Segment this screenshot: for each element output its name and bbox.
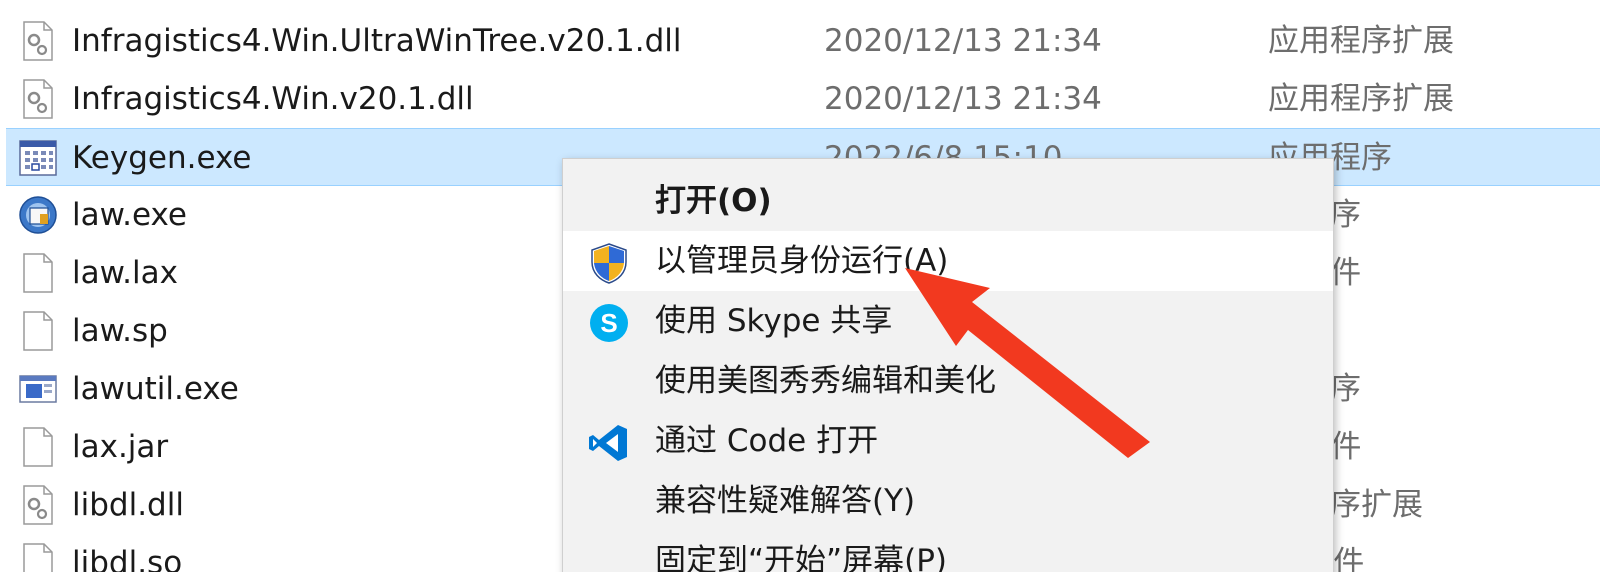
file-name: libdl.so [72, 545, 183, 572]
menu-item-meitu-edit[interactable]: 使用美图秀秀编辑和美化 [563, 351, 1333, 411]
file-name: law.exe [72, 197, 187, 233]
file-date: 2020/12/13 21:34 [824, 81, 1102, 117]
exe-app-icon [19, 375, 57, 403]
blank-file-icon [23, 427, 53, 467]
menu-item-label: 使用 Skype 共享 [655, 303, 893, 339]
menu-item-label: 固定到“开始”屏幕(P) [655, 543, 948, 572]
file-date: 2020/12/13 21:34 [824, 23, 1102, 59]
skype-icon: S [590, 304, 628, 342]
file-name: libdl.dll [72, 487, 184, 523]
file-row-infragistics-tree[interactable]: Infragistics4.Win.UltraWinTree.v20.1.dll… [6, 12, 1600, 70]
law-app-icon [19, 196, 57, 234]
vscode-icon [589, 425, 627, 461]
file-name: Infragistics4.Win.v20.1.dll [72, 81, 474, 117]
file-name: lax.jar [72, 429, 169, 465]
file-name: Keygen.exe [72, 140, 252, 176]
dll-gear-icon [23, 21, 53, 61]
file-name: law.sp [72, 313, 168, 349]
file-name: law.lax [72, 255, 178, 291]
menu-item-open[interactable]: 打开(O) [563, 171, 1333, 231]
file-name: Infragistics4.Win.UltraWinTree.v20.1.dll [72, 23, 682, 59]
blank-file-icon [23, 311, 53, 351]
file-type: 应用程序扩展 [1268, 81, 1454, 117]
svg-text:S: S [600, 308, 617, 338]
dll-gear-icon [23, 79, 53, 119]
menu-item-label: 打开(O) [655, 183, 772, 219]
blank-file-icon [23, 543, 53, 572]
menu-item-open-with-code[interactable]: 通过 Code 打开 [563, 411, 1333, 471]
menu-item-label: 以管理员身份运行(A) [655, 243, 949, 279]
blank-file-icon [23, 253, 53, 293]
menu-item-skype-share[interactable]: S 使用 Skype 共享 [563, 291, 1333, 351]
context-menu: 打开(O) 以管理员身份运行(A) S 使用 Skype 共享 使用美图秀秀编辑… [562, 158, 1334, 572]
dll-gear-icon [23, 485, 53, 525]
menu-item-compatibility-troubleshoot[interactable]: 兼容性疑难解答(Y) [563, 471, 1333, 531]
menu-item-label: 兼容性疑难解答(Y) [655, 483, 916, 519]
uac-shield-icon [591, 243, 627, 284]
menu-item-label: 通过 Code 打开 [655, 423, 879, 459]
exe-window-icon [19, 140, 57, 176]
menu-item-pin-to-start[interactable]: 固定到“开始”屏幕(P) [563, 531, 1333, 572]
file-type: 应用程序扩展 [1268, 23, 1454, 59]
file-name: lawutil.exe [72, 371, 239, 407]
menu-item-run-as-admin[interactable]: 以管理员身份运行(A) [563, 231, 1333, 291]
file-row-infragistics-win[interactable]: Infragistics4.Win.v20.1.dll 2020/12/13 2… [6, 70, 1600, 128]
menu-item-label: 使用美图秀秀编辑和美化 [655, 363, 996, 399]
